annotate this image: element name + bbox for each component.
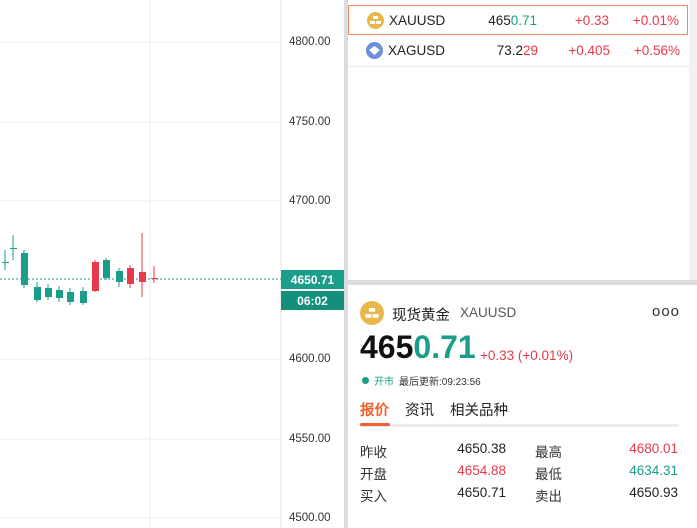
watchlist-percent: +0.01%: [632, 12, 679, 28]
quote-row: 昨收 4650.38 最高 4680.01: [360, 441, 678, 463]
candle-body: [151, 278, 158, 279]
watchlist-symbol: XAGUSD: [388, 42, 446, 58]
price-chart[interactable]: 4800.00 4750.00 4700.00 4650.71 06:02 46…: [0, 0, 344, 528]
instrument-detail: 现货黄金 XAUUSD ooo 4650.71 +0.33 (+0.01%) 开…: [348, 285, 697, 528]
candlestick-chart[interactable]: [0, 0, 344, 528]
quote-label: 最低: [535, 467, 562, 482]
quote-label: 昨收: [360, 445, 387, 460]
candle-body: [139, 272, 146, 282]
watchlist-change: +0.33: [574, 12, 609, 28]
quote-row: 开盘 4654.88 最低 4634.31: [360, 463, 678, 485]
candle-body: [21, 253, 28, 285]
candle-body: [116, 271, 123, 282]
market-status: 开市 最后更新:09:23:56: [362, 373, 481, 388]
current-price-badge: 4650.71: [281, 270, 344, 289]
status-dot-icon: [362, 377, 369, 384]
instrument-name: 现货黄金: [392, 308, 450, 324]
tab-related[interactable]: 相关品种: [450, 399, 508, 420]
watchlist-price: 4650.71: [488, 12, 537, 28]
active-tab-indicator: [360, 423, 390, 426]
tab-news[interactable]: 资讯: [405, 399, 434, 420]
instrument-symbol: XAUUSD: [460, 305, 517, 320]
quote-value: 4650.38: [457, 441, 506, 456]
candle-body: [127, 268, 134, 284]
watchlist-scrollbar[interactable]: [689, 0, 697, 280]
y-tick-label: 4750.00: [289, 116, 331, 128]
candle-body: [2, 262, 9, 263]
watchlist: XAUUSD 4650.71 +0.33 +0.01% XAGUSD 73.22…: [348, 0, 697, 280]
candle-body: [34, 287, 41, 300]
candle-body: [56, 290, 63, 298]
quote-value: 4634.31: [629, 463, 678, 478]
quote-label: 卖出: [535, 489, 562, 504]
gold-coin-icon: [367, 11, 384, 29]
candle-body: [67, 292, 74, 302]
candle-countdown-badge: 06:02: [281, 291, 344, 310]
last-update-label: 最后更新:09:23:56: [399, 377, 481, 388]
instrument-change: +0.33 (+0.01%): [480, 348, 574, 363]
y-tick-label: 4500.00: [289, 512, 331, 524]
candle-body: [103, 260, 110, 278]
quote-value: 4654.88: [457, 463, 506, 478]
quote-label: 买入: [360, 489, 387, 504]
gold-coin-icon: [360, 301, 384, 325]
candle-body: [45, 288, 52, 297]
instrument-price: 4650.71: [360, 329, 476, 365]
watchlist-change: +0.405: [568, 42, 610, 58]
y-tick-label: 4700.00: [289, 195, 331, 207]
quote-value: 4650.93: [629, 485, 678, 500]
watchlist-symbol: XAUUSD: [389, 12, 446, 28]
watchlist-price: 73.229: [496, 42, 538, 58]
quote-value: 4650.71: [457, 485, 506, 500]
y-tick-label: 4600.00: [289, 353, 331, 365]
quote-row: 买入 4650.71 卖出 4650.93: [360, 485, 678, 507]
tab-quotes[interactable]: 报价: [360, 399, 389, 420]
watchlist-percent: +0.56%: [633, 42, 680, 58]
y-tick-label: 4800.00: [289, 36, 331, 48]
silver-coin-icon: [366, 41, 383, 59]
y-tick-label: 4550.00: [289, 433, 331, 445]
watchlist-row-xagusd[interactable]: XAGUSD 73.229 +0.405 +0.56%: [348, 35, 688, 65]
row-divider: [348, 66, 689, 67]
candle-body: [92, 262, 99, 291]
tab-track: [360, 424, 679, 427]
detail-tabs: 报价 资讯 相关品种: [360, 399, 524, 420]
market-open-label: 开市: [374, 377, 394, 388]
quote-label: 最高: [535, 445, 562, 460]
watchlist-row-xauusd[interactable]: XAUUSD 4650.71 +0.33 +0.01%: [348, 5, 688, 35]
quote-label: 开盘: [360, 467, 387, 482]
candle-body: [10, 248, 17, 249]
more-options-icon[interactable]: ooo: [652, 303, 680, 320]
candles: [2, 233, 158, 305]
quote-value: 4680.01: [629, 441, 678, 456]
candle-body: [80, 291, 87, 303]
